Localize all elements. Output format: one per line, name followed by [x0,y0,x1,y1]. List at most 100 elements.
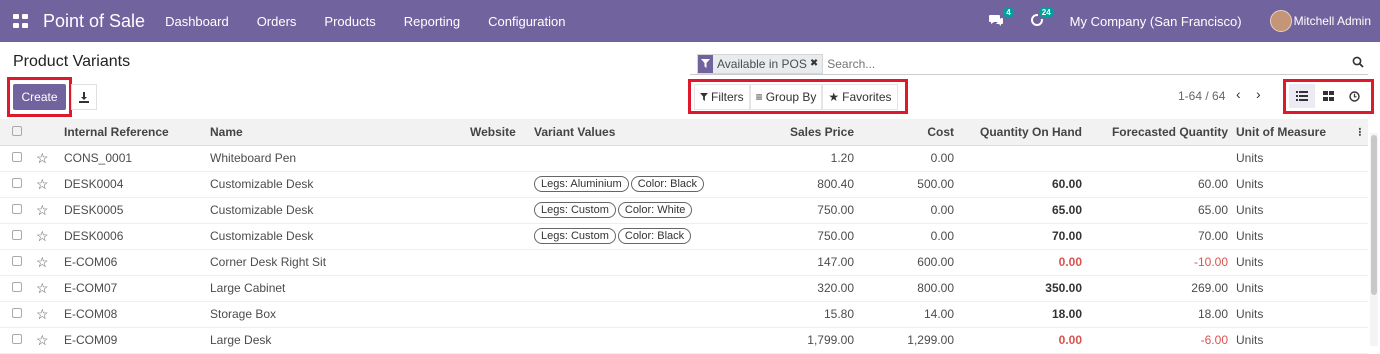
apps-menu-icon[interactable] [13,14,29,28]
pager-next-icon[interactable]: › [1256,86,1261,102]
star-outline-icon[interactable]: ☆ [36,228,49,244]
search-facet[interactable]: Available in POS ✖ [697,53,824,74]
row-select-cell[interactable] [0,145,32,172]
cell-cost: 800.00 [858,275,958,302]
messages-icon[interactable]: 4 [988,6,1014,30]
nav-item-dashboard[interactable]: Dashboard [165,14,229,29]
favorite-cell[interactable]: ☆ [32,223,60,250]
header-cost[interactable]: Cost [858,119,958,146]
user-menu[interactable]: Mitchell Admin [1294,14,1371,28]
row-select-cell[interactable] [0,223,32,250]
favorite-cell[interactable]: ☆ [32,275,60,302]
cell-variant-values [530,145,726,172]
cell-variant-values [530,275,726,302]
nav-item-orders[interactable]: Orders [257,14,297,29]
filter-facet-icon [698,54,713,73]
favorite-cell[interactable]: ☆ [32,249,60,276]
header-unit-of-measure[interactable]: Unit of Measure [1232,119,1354,146]
activity-icon[interactable]: 24 [1030,6,1054,30]
cell-forecasted-quantity: -10.00 [1086,249,1232,276]
cell-spacer [1354,223,1368,250]
row-select-cell[interactable] [0,327,32,354]
favorite-cell[interactable]: ☆ [32,171,60,198]
cell-internal-reference: E-COM09 [60,327,206,354]
cell-name: Storage Box [206,301,466,328]
download-icon [79,92,89,103]
row-checkbox[interactable] [12,308,22,318]
header-website[interactable]: Website [466,119,530,146]
pager-previous-icon[interactable]: ‹ [1236,86,1241,102]
nav-item-products[interactable]: Products [324,14,375,29]
cell-sales-price: 15.80 [726,301,858,328]
pager-value[interactable]: 1-64 / 64 [1178,89,1225,103]
header-variant-values[interactable]: Variant Values [530,119,726,146]
page-title: Product Variants [13,53,131,70]
row-select-cell[interactable] [0,249,32,276]
app-brand[interactable]: Point of Sale [43,11,145,32]
star-outline-icon[interactable]: ☆ [36,306,49,322]
download-button[interactable] [71,84,97,110]
nav-item-configuration[interactable]: Configuration [488,14,565,29]
cell-quantity-on-hand: 0.00 [958,249,1086,276]
row-select-cell[interactable] [0,197,32,224]
star-outline-icon[interactable]: ☆ [36,176,49,192]
user-avatar[interactable] [1269,10,1292,32]
search-input[interactable] [827,56,1352,71]
table-row[interactable]: ☆ DESK0005 Customizable Desk Legs: Custom Co… [0,197,1368,224]
star-outline-icon[interactable]: ☆ [36,150,49,166]
cell-variant-values [530,327,726,354]
cell-sales-price: 1,799.00 [726,327,858,354]
favorite-cell[interactable]: ☆ [32,145,60,172]
favorite-cell[interactable]: ☆ [32,327,60,354]
header-internal-reference[interactable]: Internal Reference [60,119,206,146]
cell-spacer [1354,197,1368,224]
favorite-cell[interactable]: ☆ [32,301,60,328]
cell-unit-of-measure: Units [1232,249,1354,276]
search-icon[interactable] [1352,56,1364,71]
table-row[interactable]: ☆ CONS_0001 Whiteboard Pen 1.20 0.00 Units [0,145,1368,172]
table-row[interactable]: ☆ DESK0006 Customizable Desk Legs: Custom Co… [0,223,1368,250]
optional-columns-icon[interactable]: ⁝ [1354,119,1368,146]
cell-website [466,249,530,276]
header-sales-price[interactable]: Sales Price [726,119,858,146]
select-all-cell[interactable] [0,119,32,146]
table-row[interactable]: ☆ E-COM09 Large Desk 1,799.00 1,299.00 0.00 -6… [0,327,1368,354]
row-select-cell[interactable] [0,171,32,198]
cell-sales-price: 750.00 [726,223,858,250]
table-row[interactable]: ☆ DESK0004 Customizable Desk Legs: Aluminiu… [0,171,1368,198]
header-name[interactable]: Name [206,119,466,146]
row-select-cell[interactable] [0,275,32,302]
star-outline-icon[interactable]: ☆ [36,254,49,270]
row-checkbox[interactable] [12,282,22,292]
header-forecasted-quantity[interactable]: Forecasted Quantity [1086,119,1232,146]
header-quantity-on-hand[interactable]: Quantity On Hand [958,119,1086,146]
row-checkbox[interactable] [12,230,22,240]
cell-spacer [1354,249,1368,276]
company-switcher[interactable]: My Company (San Francisco) [1070,14,1242,29]
row-checkbox[interactable] [12,204,22,214]
star-outline-icon[interactable]: ☆ [36,332,49,348]
table-row[interactable]: ☆ E-COM08 Storage Box 15.80 14.00 18.00 18.00 U… [0,301,1368,328]
row-checkbox[interactable] [12,178,22,188]
star-outline-icon[interactable]: ☆ [36,280,49,296]
row-checkbox[interactable] [12,152,22,162]
table-row[interactable]: ☆ E-COM06 Corner Desk Right Sit 147.00 600.0… [0,249,1368,276]
select-all-checkbox[interactable] [12,125,22,136]
star-outline-icon[interactable]: ☆ [36,202,49,218]
variant-value-tag: Color: Black [617,228,692,244]
cell-variant-values: Legs: Custom Color: White [530,197,726,224]
table-row[interactable]: ☆ E-COM07 Large Cabinet 320.00 800.00 350.00 2… [0,275,1368,302]
row-checkbox[interactable] [12,256,22,266]
row-checkbox[interactable] [12,334,22,344]
nav-item-reporting[interactable]: Reporting [404,14,460,29]
cell-unit-of-measure: Units [1232,171,1354,198]
cell-internal-reference: DESK0005 [60,197,206,224]
favorite-cell[interactable]: ☆ [32,197,60,224]
variant-value-tag: Legs: Custom [534,202,616,218]
cell-variant-values [530,301,726,328]
cell-website [466,223,530,250]
row-select-cell[interactable] [0,301,32,328]
facet-remove-icon[interactable]: ✖ [810,58,822,69]
cell-forecasted-quantity: -6.00 [1086,327,1232,354]
scrollbar-thumb[interactable] [1371,135,1377,295]
